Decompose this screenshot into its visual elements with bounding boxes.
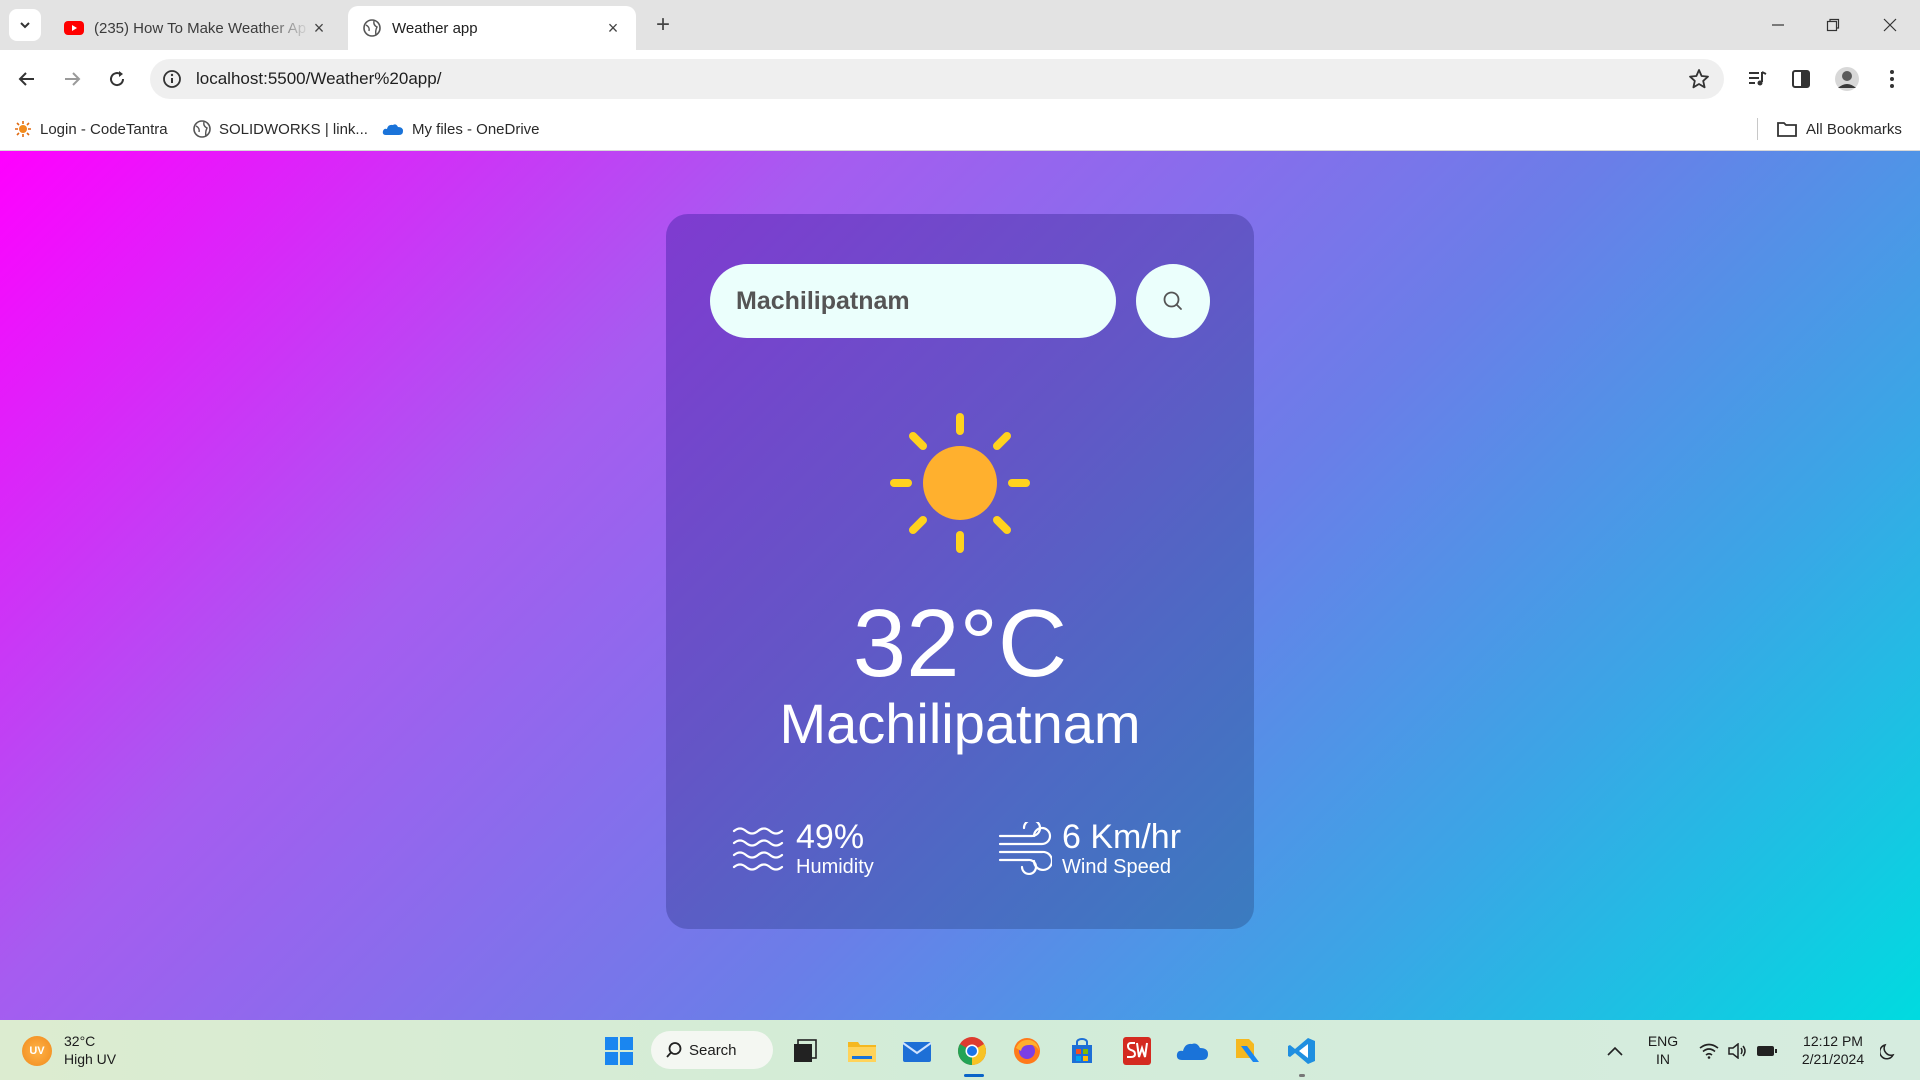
restore-icon[interactable] <box>1818 10 1848 40</box>
wind-detail: 6 Km/hr Wind Speed <box>998 819 1181 879</box>
vscode-open-indicator <box>1299 1074 1305 1077</box>
solidworks-icon[interactable] <box>1117 1031 1157 1071</box>
clock-date: 2/21/2024 <box>1801 1051 1865 1067</box>
folder-icon <box>1776 120 1798 138</box>
uv-badge[interactable]: UV <box>22 1036 52 1066</box>
task-view-icon[interactable] <box>785 1031 825 1071</box>
site-info-icon[interactable] <box>162 69 182 89</box>
notification-moon-icon[interactable] <box>1876 1031 1902 1071</box>
firefox-icon[interactable] <box>1007 1031 1047 1071</box>
chevron-up-icon[interactable] <box>1600 1031 1630 1071</box>
new-tab-button[interactable]: + <box>650 11 676 38</box>
taskbar-search[interactable]: Search <box>651 1031 773 1069</box>
chrome-active-indicator <box>964 1074 984 1077</box>
profile-avatar[interactable] <box>1833 65 1861 93</box>
bookmark-onedrive[interactable]: My files - OneDrive <box>382 117 540 141</box>
chrome-icon[interactable] <box>952 1031 992 1071</box>
humidity-label: Humidity <box>796 856 874 878</box>
bookmark-star-icon[interactable] <box>1688 68 1710 90</box>
tab-weather-app[interactable]: Weather app × <box>348 6 636 50</box>
battery-icon[interactable] <box>1754 1031 1780 1071</box>
bookmark-solidworks[interactable]: SOLIDWORKS | link... <box>193 117 368 141</box>
globe-icon <box>362 18 382 38</box>
globe-icon <box>193 120 211 138</box>
weather-widget[interactable]: 32°C High UV <box>64 1032 116 1068</box>
reload-icon <box>110 71 125 87</box>
bookmarks-bar: Login - CodeTantra SOLIDWORKS | link... … <box>0 108 1920 151</box>
tab-title: Weather app <box>392 19 478 37</box>
wind-icon <box>998 822 1052 876</box>
close-tab-icon[interactable]: × <box>604 18 622 38</box>
temperature-value: 32°C <box>852 590 1068 697</box>
tab-title: (235) How To Make Weather Ap <box>94 19 307 37</box>
onedrive-icon <box>382 120 404 138</box>
humidity-value: 49% <box>796 818 865 856</box>
tab-search-button[interactable] <box>9 9 41 41</box>
close-window-icon[interactable] <box>1875 10 1905 40</box>
humidity-waves-icon <box>732 827 784 871</box>
sun-icon <box>890 413 1030 553</box>
arrow-left-icon <box>18 72 34 86</box>
all-bookmarks-button[interactable]: All Bookmarks <box>1776 117 1902 141</box>
address-bar[interactable]: localhost:5500/Weather%20app/ <box>150 59 1724 99</box>
city-name: Machilipatnam <box>779 692 1141 755</box>
vscode-icon[interactable] <box>1282 1031 1322 1071</box>
humidity-detail: 49% Humidity <box>732 819 874 879</box>
bookmark-label: SOLIDWORKS | link... <box>219 120 368 138</box>
codetantra-icon <box>14 120 32 138</box>
minimize-icon[interactable] <box>1763 10 1793 40</box>
wifi-icon[interactable] <box>1696 1031 1722 1071</box>
youtube-icon <box>64 18 84 38</box>
wind-speed-value: 6 Km/hr <box>1062 818 1182 856</box>
tab-youtube[interactable]: (235) How To Make Weather Ap × <box>50 6 342 50</box>
page-viewport: 32°C Machilipatnam 49% Humidity <box>0 151 1920 1020</box>
windows-start-icon[interactable] <box>599 1031 639 1071</box>
close-tab-icon[interactable]: × <box>310 18 328 38</box>
mail-icon[interactable] <box>897 1031 937 1071</box>
language-indicator[interactable]: ENG IN <box>1646 1032 1680 1068</box>
volume-icon[interactable] <box>1724 1031 1750 1071</box>
taskbar: UV 32°C High UV Search ENG IN 12:12 PM 2… <box>0 1020 1920 1080</box>
chevron-down-icon <box>20 22 30 29</box>
arrow-right-icon <box>65 72 81 86</box>
all-bookmarks-label: All Bookmarks <box>1806 120 1902 138</box>
bookmark-codetantra[interactable]: Login - CodeTantra <box>14 117 168 141</box>
media-control-icon[interactable] <box>1743 65 1771 93</box>
taskbar-search-label: Search <box>689 1041 737 1059</box>
browser-toolbar: localhost:5500/Weather%20app/ <box>0 50 1920 108</box>
city-search-input[interactable] <box>710 264 1116 338</box>
onedrive-icon[interactable] <box>1172 1031 1212 1071</box>
weather-widget-desc: High UV <box>64 1051 117 1067</box>
tab-strip: (235) How To Make Weather Ap × Weather a… <box>0 0 1920 50</box>
microsoft-store-icon[interactable] <box>1062 1031 1102 1071</box>
files-icon[interactable] <box>1227 1031 1267 1071</box>
reload-button[interactable] <box>101 63 133 95</box>
side-panel-icon[interactable] <box>1787 65 1815 93</box>
bookmark-label: Login - CodeTantra <box>40 120 168 138</box>
more-menu-icon[interactable] <box>1878 65 1906 93</box>
search-icon <box>1163 291 1182 310</box>
back-button[interactable] <box>11 63 43 95</box>
language-line2: IN <box>1656 1051 1670 1067</box>
language-line1: ENG <box>1647 1033 1679 1049</box>
bookmarks-divider <box>1757 118 1758 140</box>
bookmark-label: My files - OneDrive <box>412 120 540 138</box>
weather-widget-temp: 32°C <box>64 1033 96 1049</box>
forward-button[interactable] <box>56 63 88 95</box>
clock-time: 12:12 PM <box>1803 1033 1863 1049</box>
url-text[interactable]: localhost:5500/Weather%20app/ <box>196 69 441 89</box>
weather-card: 32°C Machilipatnam 49% Humidity <box>666 214 1254 929</box>
clock[interactable]: 12:12 PM 2/21/2024 <box>1794 1032 1872 1068</box>
search-icon <box>666 1042 682 1058</box>
wind-speed-label: Wind Speed <box>1062 856 1171 878</box>
file-explorer-icon[interactable] <box>842 1031 882 1071</box>
search-button[interactable] <box>1136 264 1210 338</box>
